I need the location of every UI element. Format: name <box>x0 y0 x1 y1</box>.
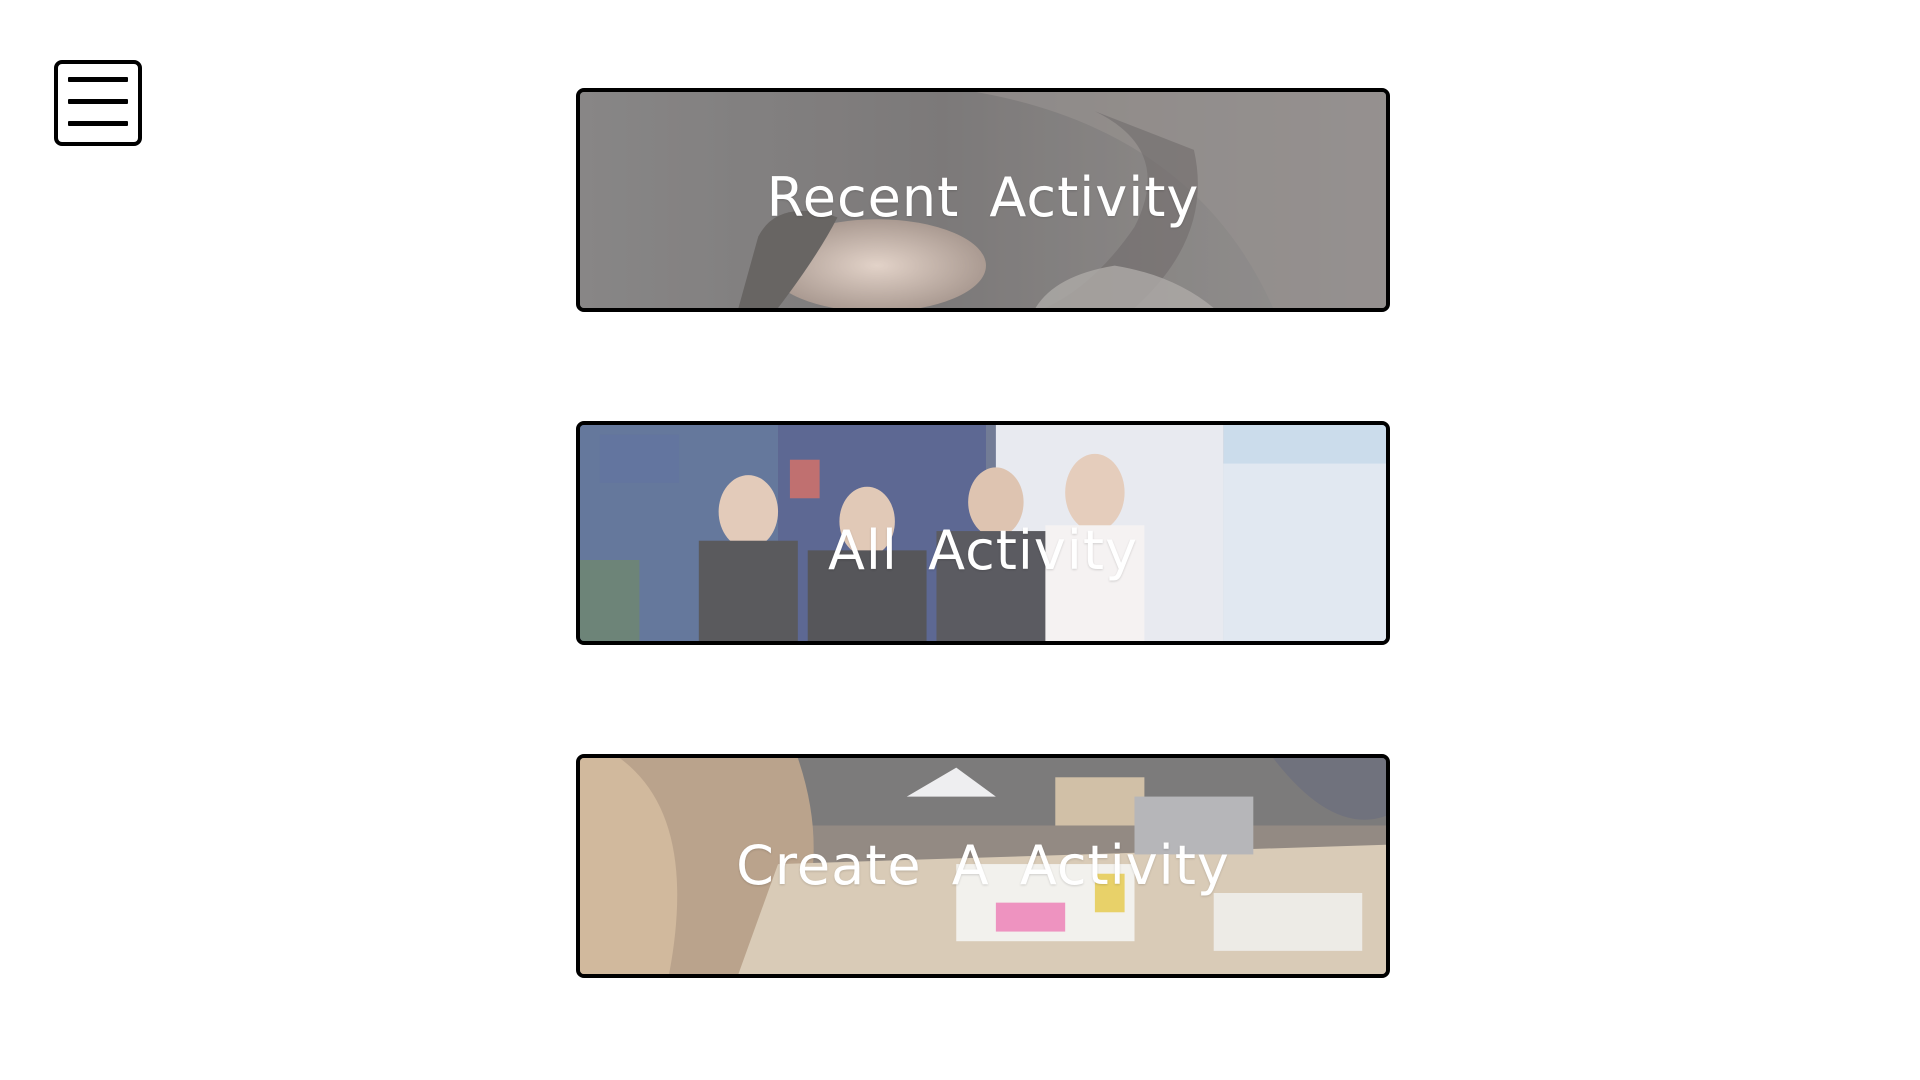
create-activity-label: Create A Activity <box>736 834 1230 897</box>
menu-bar-top <box>68 77 128 82</box>
all-activity-label: All Activity <box>827 519 1139 582</box>
activity-home-page: Recent Activity All Activity Create A Ac… <box>0 0 1920 1080</box>
menu-bar-middle <box>68 99 128 104</box>
menu-bar-bottom <box>68 121 128 126</box>
recent-activity-button[interactable]: Recent Activity <box>576 88 1390 312</box>
create-activity-button[interactable]: Create A Activity <box>576 754 1390 978</box>
all-activity-button[interactable]: All Activity <box>576 421 1390 645</box>
hamburger-menu-icon[interactable] <box>54 60 142 146</box>
recent-activity-label: Recent Activity <box>766 166 1200 229</box>
